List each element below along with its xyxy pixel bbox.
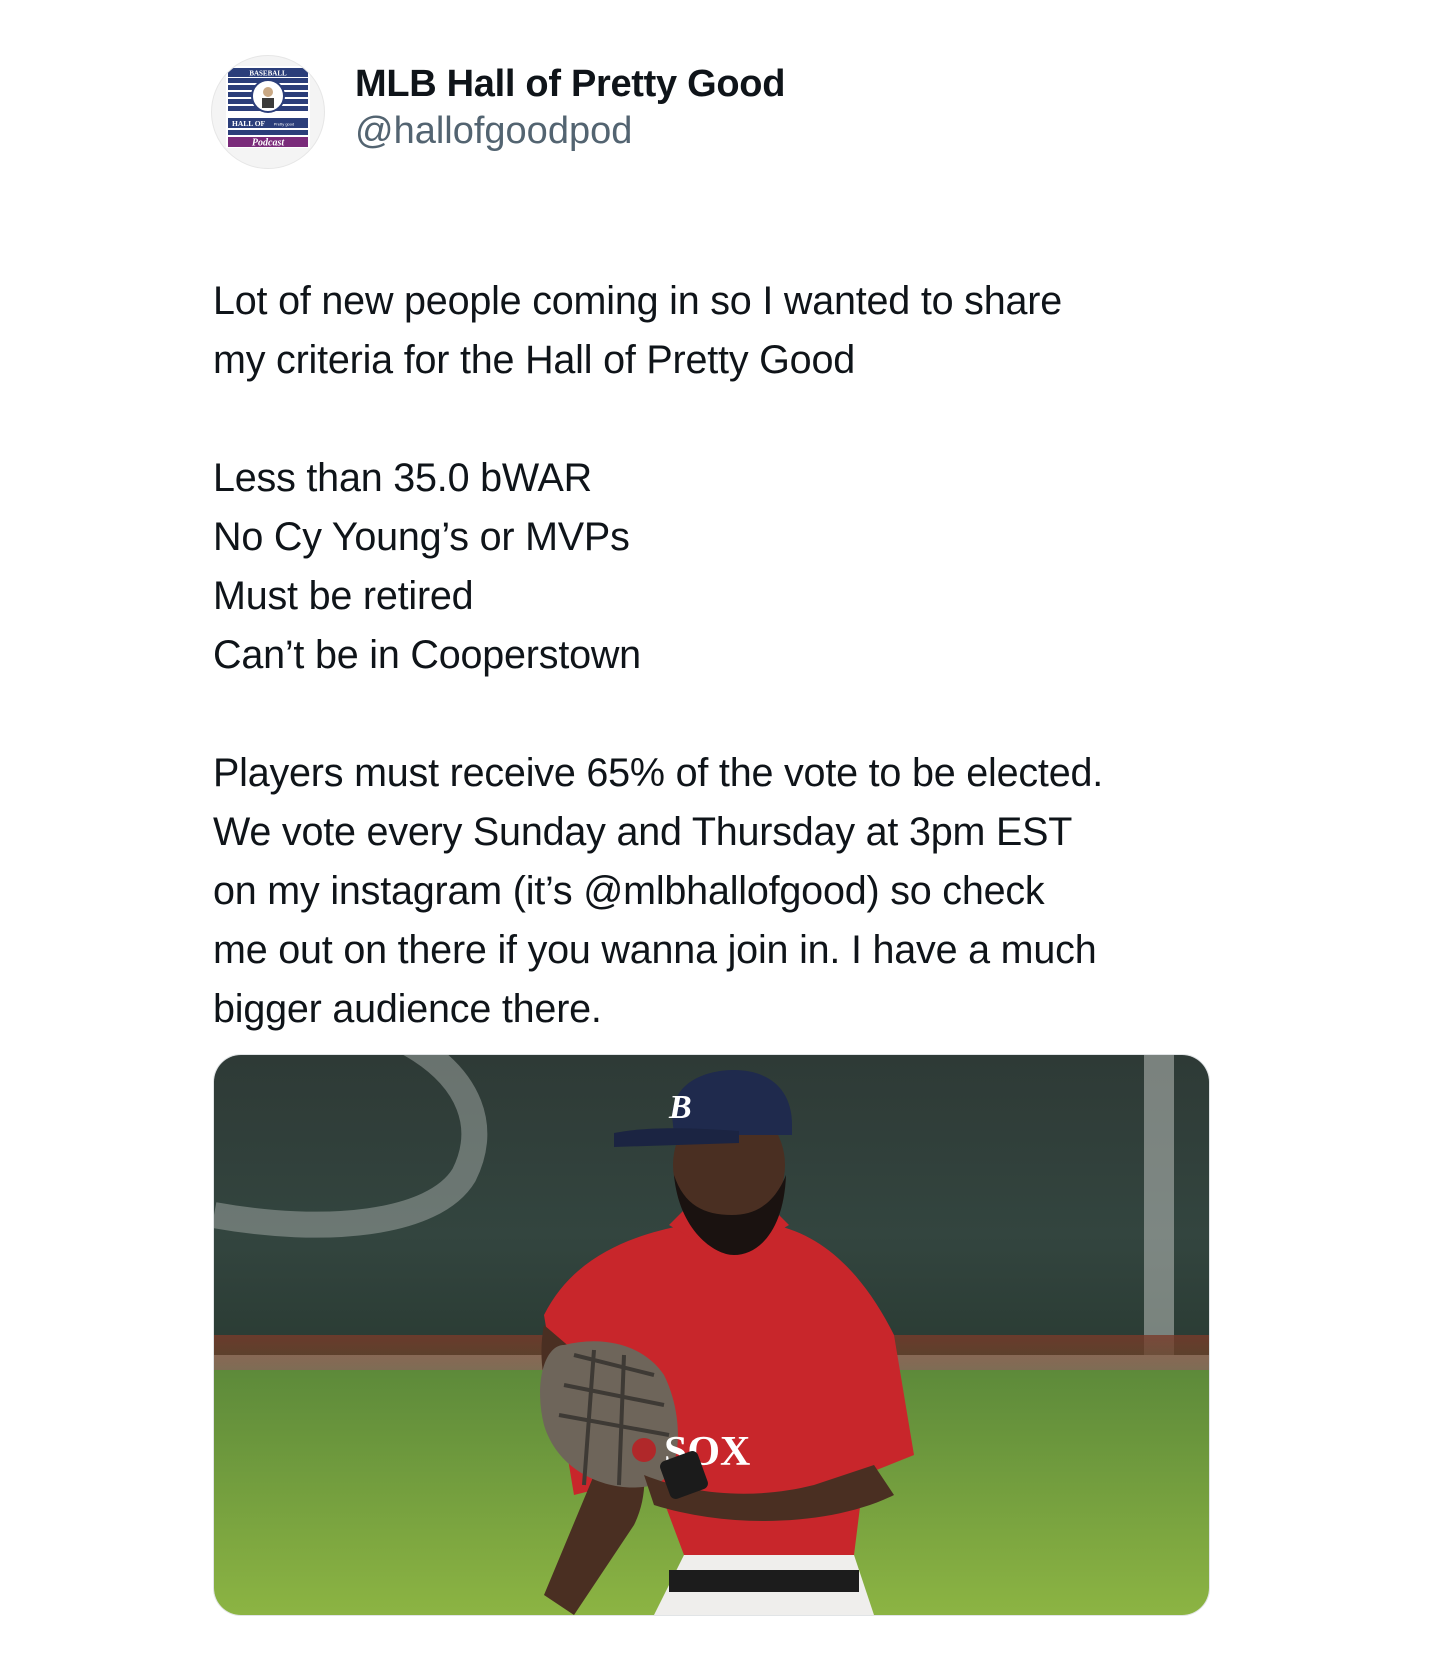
tweet-header: BASEBALL HALL OF Pretty good Podcast MLB…: [211, 52, 1208, 172]
logo-mid-text: HALL OF: [232, 119, 266, 128]
author-names: MLB Hall of Pretty Good @hallofgoodpod: [355, 60, 785, 154]
criteria-line: No Cy Young’s or MVPs: [213, 515, 630, 559]
logo-top-text: BASEBALL: [249, 70, 287, 78]
baseball-player-photo: B SOX: [214, 1055, 1209, 1615]
cap-logo: B: [668, 1089, 692, 1126]
text-line: bigger audience there.: [213, 987, 602, 1031]
handle[interactable]: @hallofgoodpod: [355, 108, 785, 154]
text-line: my criteria for the Hall of Pretty Good: [213, 338, 855, 382]
criteria-line: Can’t be in Cooperstown: [213, 633, 641, 677]
logo-bottom-text: Podcast: [252, 138, 285, 149]
display-name[interactable]: MLB Hall of Pretty Good: [355, 60, 785, 108]
tweet: BASEBALL HALL OF Pretty good Podcast MLB…: [211, 52, 1210, 1616]
criteria-line: Less than 35.0 bWAR: [213, 456, 592, 500]
tweet-text: Lot of new people coming in so I wanted …: [213, 272, 1208, 1039]
text-line: Players must receive 65% of the vote to …: [213, 751, 1104, 795]
text-line: Lot of new people coming in so I wanted …: [213, 279, 1062, 323]
text-line: on my instagram (it’s @mlbhallofgood) so…: [213, 869, 1045, 913]
logo-small-text: Pretty good: [274, 122, 294, 127]
avatar[interactable]: BASEBALL HALL OF Pretty good Podcast: [211, 55, 325, 169]
criteria-line: Must be retired: [213, 574, 474, 618]
podcast-logo-icon: BASEBALL HALL OF Pretty good Podcast: [226, 66, 310, 149]
paragraph-intro: Lot of new people coming in so I wanted …: [213, 272, 1208, 390]
paragraph-criteria: Less than 35.0 bWAR No Cy Young’s or MVP…: [213, 449, 1208, 685]
text-line: me out on there if you wanna join in. I …: [213, 928, 1097, 972]
tweet-photo[interactable]: B SOX: [213, 1054, 1210, 1616]
paragraph-voting: Players must receive 65% of the vote to …: [213, 744, 1208, 1039]
text-line: We vote every Sunday and Thursday at 3pm…: [213, 810, 1073, 854]
